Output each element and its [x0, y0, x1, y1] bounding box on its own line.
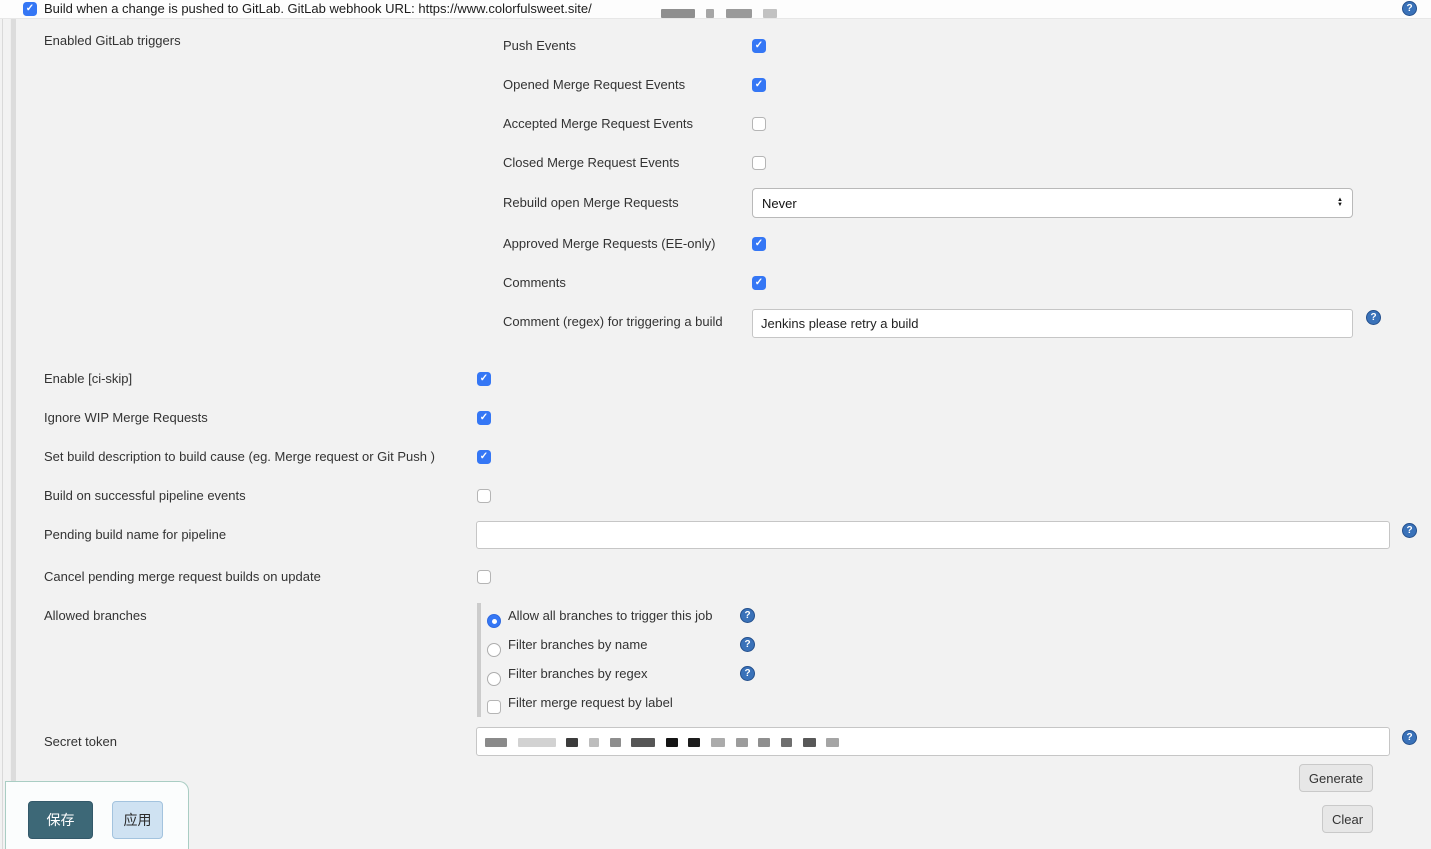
- accepted-mr-events-label: Accepted Merge Request Events: [503, 116, 693, 132]
- filter-mr-by-label-label: Filter merge request by label: [508, 695, 673, 711]
- header-help-icon[interactable]: ?: [1402, 1, 1417, 16]
- opened-mr-events-checkbox[interactable]: [752, 78, 766, 92]
- filter-mr-by-label-checkbox[interactable]: [487, 700, 501, 714]
- secret-token-help-icon[interactable]: ?: [1402, 730, 1417, 745]
- rebuild-open-mr-select[interactable]: Never ▲▼: [752, 188, 1353, 218]
- push-events-label: Push Events: [503, 38, 576, 54]
- build-when-pushed-checkbox[interactable]: [23, 2, 37, 16]
- build-on-pipeline-checkbox[interactable]: [477, 489, 491, 503]
- select-stepper-arrows-icon: ▲▼: [1337, 198, 1343, 208]
- accepted-mr-events-checkbox[interactable]: [752, 117, 766, 131]
- filter-branches-by-name-help-icon[interactable]: ?: [740, 637, 755, 652]
- comments-checkbox[interactable]: [752, 276, 766, 290]
- redacted-url-text: [661, 5, 784, 23]
- enable-ci-skip-label: Enable [ci-skip]: [44, 371, 132, 387]
- build-trigger-header-row: Build when a change is pushed to GitLab.…: [0, 0, 1431, 19]
- allowed-branches-section-label: Allowed branches: [44, 608, 147, 624]
- allow-all-branches-radio[interactable]: [487, 614, 501, 628]
- left-divider-line: [2, 19, 3, 849]
- save-apply-panel: 保存 应用: [5, 781, 189, 849]
- filter-branches-by-name-radio[interactable]: [487, 643, 501, 657]
- closed-mr-events-checkbox[interactable]: [752, 156, 766, 170]
- closed-mr-events-label: Closed Merge Request Events: [503, 155, 679, 171]
- section-indent-bar: [10, 19, 16, 849]
- rebuild-open-mr-selected-value: Never: [762, 196, 797, 211]
- save-button[interactable]: 保存: [28, 801, 93, 839]
- rebuild-open-mr-label: Rebuild open Merge Requests: [503, 195, 679, 211]
- comment-regex-help-icon[interactable]: ?: [1366, 310, 1381, 325]
- comment-regex-input[interactable]: [752, 309, 1353, 338]
- build-when-pushed-label: Build when a change is pushed to GitLab.…: [44, 1, 592, 17]
- approved-mr-label: Approved Merge Requests (EE-only): [503, 236, 715, 252]
- ignore-wip-mr-label: Ignore WIP Merge Requests: [44, 410, 208, 426]
- clear-button[interactable]: Clear: [1322, 805, 1373, 833]
- allow-all-branches-label: Allow all branches to trigger this job: [508, 608, 713, 624]
- filter-branches-by-regex-label: Filter branches by regex: [508, 666, 647, 682]
- comment-regex-label: Comment (regex) for triggering a build: [503, 314, 723, 330]
- filter-branches-by-name-label: Filter branches by name: [508, 637, 647, 653]
- allowed-branches-indent-bar: [477, 603, 481, 717]
- filter-branches-by-regex-radio[interactable]: [487, 672, 501, 686]
- apply-button[interactable]: 应用: [112, 801, 163, 839]
- ignore-wip-mr-checkbox[interactable]: [477, 411, 491, 425]
- cancel-pending-label: Cancel pending merge request builds on u…: [44, 569, 321, 585]
- comments-label: Comments: [503, 275, 566, 291]
- generate-button[interactable]: Generate: [1299, 764, 1373, 792]
- approved-mr-checkbox[interactable]: [752, 237, 766, 251]
- build-on-pipeline-label: Build on successful pipeline events: [44, 488, 246, 504]
- set-build-description-checkbox[interactable]: [477, 450, 491, 464]
- pending-build-name-label: Pending build name for pipeline: [44, 527, 226, 543]
- redacted-token-text: [485, 734, 846, 749]
- gitlab-trigger-config-page: Build when a change is pushed to GitLab.…: [0, 0, 1431, 849]
- set-build-description-label: Set build description to build cause (eg…: [44, 449, 435, 465]
- secret-token-input[interactable]: [476, 727, 1390, 756]
- allow-all-branches-help-icon[interactable]: ?: [740, 608, 755, 623]
- cancel-pending-checkbox[interactable]: [477, 570, 491, 584]
- filter-branches-by-regex-help-icon[interactable]: ?: [740, 666, 755, 681]
- opened-mr-events-label: Opened Merge Request Events: [503, 77, 685, 93]
- secret-token-label: Secret token: [44, 734, 117, 750]
- pending-build-name-input[interactable]: [476, 521, 1390, 549]
- enable-ci-skip-checkbox[interactable]: [477, 372, 491, 386]
- push-events-checkbox[interactable]: [752, 39, 766, 53]
- enabled-triggers-section-label: Enabled GitLab triggers: [44, 33, 181, 49]
- pending-build-name-help-icon[interactable]: ?: [1402, 523, 1417, 538]
